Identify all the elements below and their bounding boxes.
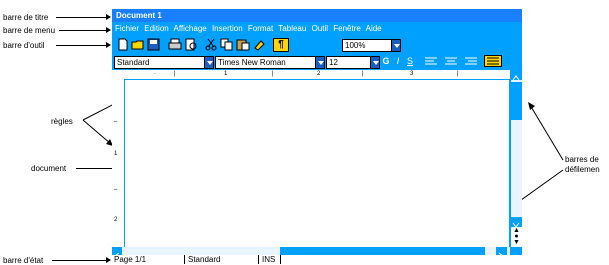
ruler-tick: – — [114, 119, 118, 125]
page-nav-icon[interactable]: ▲ ● ▼ — [511, 227, 522, 246]
ruler-tick: | — [174, 71, 176, 77]
menu-fenetre[interactable]: Fenêtre — [333, 24, 361, 33]
arrow-icon — [106, 42, 111, 48]
scroll-thumb-horizontal[interactable] — [280, 247, 485, 255]
horizontal-scrollbar[interactable] — [112, 247, 510, 260]
menu-bar: Fichier Edition Affichage Insertion Form… — [112, 23, 522, 35]
pilcrow-icon[interactable]: ¶ — [273, 38, 289, 52]
annotation-line — [56, 45, 107, 46]
ruler-tick: | — [457, 71, 459, 77]
ruler-label: 3 — [410, 71, 414, 77]
arrow-icon — [106, 257, 111, 263]
menu-format[interactable]: Format — [248, 24, 273, 33]
annotation-line — [56, 17, 107, 18]
scrollbars-annotation-2: défilemen — [565, 165, 600, 174]
align-right-icon[interactable] — [462, 55, 480, 67]
font-value: Times New Roman — [218, 58, 286, 67]
chevron-down-icon[interactable] — [204, 56, 214, 69]
size-select[interactable]: 12 — [326, 56, 380, 69]
annotation-line — [59, 30, 107, 31]
style-value: Standard — [117, 58, 150, 67]
scrollbars-annotation-1: barres de — [565, 155, 599, 164]
save-icon[interactable] — [146, 38, 161, 52]
paste-icon[interactable] — [235, 38, 250, 52]
menu-outil[interactable]: Outil — [312, 24, 328, 33]
align-center-icon[interactable] — [442, 55, 460, 67]
chevron-down-icon[interactable] — [370, 56, 380, 69]
underline-button[interactable]: S — [404, 55, 416, 67]
status-bar: Page 1/1 Standard INS — [112, 255, 522, 264]
menu-fichier[interactable]: Fichier — [115, 24, 139, 33]
cut-icon[interactable] — [203, 38, 218, 52]
ruler-label: 1 — [114, 151, 118, 157]
new-document-icon[interactable] — [115, 38, 130, 52]
ruler-tick: | — [272, 71, 274, 77]
tool-bar: ¶ 100% — [112, 37, 522, 53]
menu-bar-annotation: barre de menu — [3, 26, 56, 35]
vertical-ruler[interactable]: – 1 – 2 — [112, 79, 125, 247]
ruler-label: 2 — [114, 217, 118, 223]
document-area[interactable] — [125, 80, 509, 247]
print-icon[interactable] — [167, 38, 182, 52]
status-bar-annotation: barre d'état — [3, 256, 44, 265]
bold-button[interactable]: G — [380, 55, 392, 67]
vertical-scrollbar[interactable]: ▲ ● ▼ — [510, 70, 522, 247]
horizontal-ruler[interactable]: · | 1 | 2 | 3 | — [112, 70, 510, 80]
format-painter-icon[interactable] — [252, 38, 267, 52]
scroll-up-icon[interactable] — [511, 70, 522, 81]
size-value: 12 — [329, 58, 338, 67]
menu-insertion[interactable]: Insertion — [212, 24, 243, 33]
menu-tableau[interactable]: Tableau — [278, 24, 306, 33]
chevron-down-icon[interactable] — [315, 56, 325, 69]
title-bar[interactable]: Document 1 — [112, 9, 522, 22]
tool-bar-annotation: barre d'outil — [3, 41, 45, 50]
copy-icon[interactable] — [219, 38, 234, 52]
zoom-value: 100% — [345, 41, 366, 50]
ruler-label: 2 — [317, 71, 321, 77]
align-left-icon[interactable] — [422, 55, 440, 67]
justify-icon[interactable] — [484, 55, 502, 67]
font-select[interactable]: Times New Roman — [215, 56, 325, 69]
arrow-icon — [106, 14, 111, 20]
format-bar: Standard Times New Roman 12 G I S — [112, 55, 522, 69]
scroll-left-icon[interactable] — [112, 247, 122, 260]
italic-button[interactable]: I — [393, 55, 403, 67]
rulers-annotation: règles — [51, 117, 73, 126]
ruler-tick: – — [114, 187, 118, 193]
scroll-down-icon[interactable] — [511, 217, 522, 228]
print-preview-icon[interactable] — [183, 38, 198, 52]
arrow-icon — [106, 27, 111, 33]
ruler-tick: · — [154, 71, 156, 77]
word-processor-window: Document 1 Fichier Edition Affichage Ins… — [112, 9, 522, 264]
style-select[interactable]: Standard — [114, 56, 214, 69]
ruler-label: 1 — [224, 71, 228, 77]
scroll-right-icon[interactable] — [496, 247, 507, 260]
title-bar-annotation: barre de titre — [3, 13, 49, 22]
menu-edition[interactable]: Edition — [144, 24, 168, 33]
open-folder-icon[interactable] — [130, 38, 145, 52]
menu-aide[interactable]: Aide — [366, 24, 382, 33]
scroll-thumb[interactable] — [511, 82, 522, 120]
menu-affichage[interactable]: Affichage — [174, 24, 207, 33]
ruler-tick: | — [362, 71, 364, 77]
annotation-line — [52, 260, 107, 261]
document-annotation: document — [31, 164, 67, 173]
zoom-select[interactable]: 100% — [342, 39, 401, 52]
chevron-down-icon[interactable] — [391, 39, 401, 52]
